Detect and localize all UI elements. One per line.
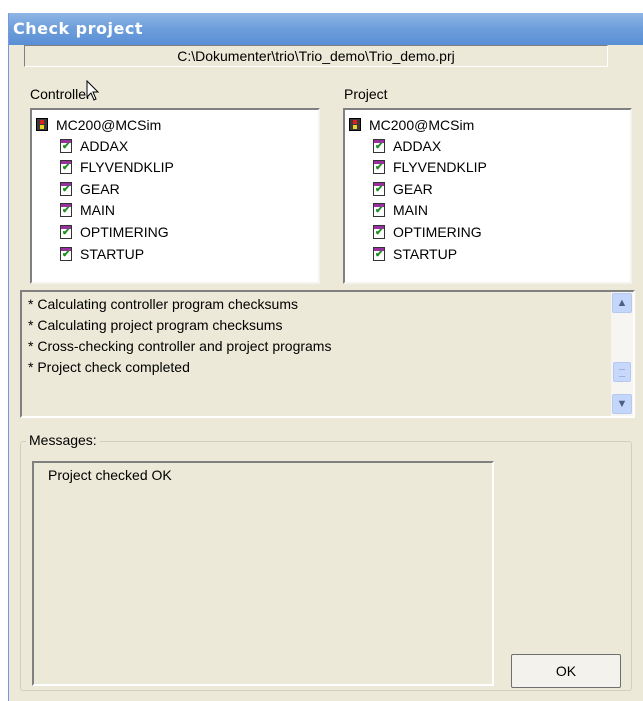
project-path-field: C:\Dokumenter\trio\Trio_demo\Trio_demo.p… (24, 45, 608, 67)
scroll-down-icon[interactable]: ▼ (612, 394, 632, 414)
program-checked-icon (60, 247, 72, 261)
program-checked-icon (60, 160, 72, 174)
mouse-cursor-icon (86, 80, 100, 101)
program-checked-icon (60, 139, 72, 153)
title-bar[interactable]: Check project (9, 13, 643, 45)
controller-icon (36, 118, 48, 131)
program-label: ADDAX (393, 138, 442, 154)
program-label: MAIN (393, 202, 428, 218)
program-checked-icon (373, 225, 385, 239)
program-label: OPTIMERING (80, 224, 169, 240)
program-checked-icon (373, 203, 385, 217)
program-label: ADDAX (80, 138, 129, 154)
program-checked-icon (373, 139, 385, 153)
tree-root-label: MC200@MCSim (369, 117, 475, 133)
controller-label: Controller (30, 86, 91, 102)
controller-tree[interactable]: MC200@MCSim ADDAX FLYVENDKLIP GEAR MAIN … (30, 108, 320, 284)
ok-button[interactable]: OK (511, 654, 621, 688)
message-text: Project checked OK (48, 467, 172, 483)
log-scrollbar[interactable]: ▲ ▼ (611, 292, 633, 416)
program-checked-icon (373, 160, 385, 174)
program-label: MAIN (80, 202, 115, 218)
program-checked-icon (60, 225, 72, 239)
controller-icon (349, 118, 361, 131)
tree-root-label: MC200@MCSim (56, 117, 162, 133)
program-checked-icon (373, 182, 385, 196)
log-line: * Cross-checking controller and project … (28, 338, 332, 354)
program-label: FLYVENDKLIP (80, 159, 174, 175)
scroll-up-icon[interactable]: ▲ (612, 293, 632, 313)
program-label: STARTUP (393, 246, 458, 262)
program-label: GEAR (80, 181, 120, 197)
progress-log[interactable]: * Calculating controller program checksu… (20, 290, 635, 418)
program-label: STARTUP (80, 246, 145, 262)
project-tree[interactable]: MC200@MCSim ADDAX FLYVENDKLIP GEAR MAIN … (343, 108, 632, 284)
program-label: GEAR (393, 181, 433, 197)
project-label: Project (344, 86, 388, 102)
log-line: * Calculating controller program checksu… (28, 296, 298, 312)
program-label: FLYVENDKLIP (393, 159, 487, 175)
log-line: * Project check completed (28, 359, 190, 375)
messages-label: Messages: (26, 432, 100, 448)
program-checked-icon (60, 182, 72, 196)
window-title: Check project (13, 19, 143, 38)
scroll-thumb[interactable] (613, 362, 631, 382)
messages-box: Project checked OK (32, 461, 494, 686)
program-checked-icon (60, 203, 72, 217)
program-checked-icon (373, 247, 385, 261)
program-label: OPTIMERING (393, 224, 482, 240)
log-line: * Calculating project program checksums (28, 317, 283, 333)
